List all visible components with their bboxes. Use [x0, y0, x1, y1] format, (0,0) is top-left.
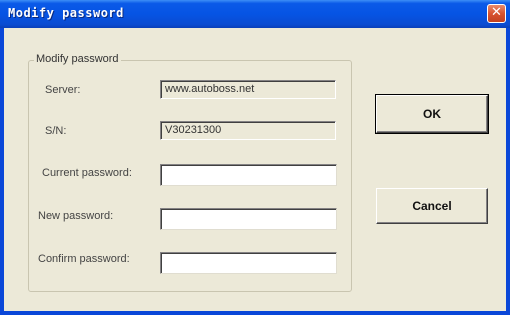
sn-value: V30231300	[160, 121, 336, 140]
title-bar[interactable]: Modify password ✕	[0, 0, 510, 28]
groupbox-label: Modify password	[34, 53, 121, 65]
confirm-password-label: Confirm password:	[38, 253, 130, 265]
new-password-input[interactable]	[160, 208, 337, 230]
server-value: www.autoboss.net	[160, 80, 336, 99]
new-password-label: New password:	[38, 210, 114, 222]
cancel-button[interactable]: Cancel	[376, 188, 488, 224]
current-password-label: Current password:	[42, 167, 132, 179]
server-label: Server:	[45, 84, 81, 96]
sn-label: S/N:	[45, 125, 67, 137]
ok-button[interactable]: OK	[375, 94, 489, 134]
close-button[interactable]: ✕	[487, 4, 506, 23]
window-title: Modify password	[8, 6, 124, 20]
current-password-input[interactable]	[160, 164, 337, 186]
close-icon: ✕	[491, 5, 502, 20]
confirm-password-input[interactable]	[160, 252, 337, 274]
